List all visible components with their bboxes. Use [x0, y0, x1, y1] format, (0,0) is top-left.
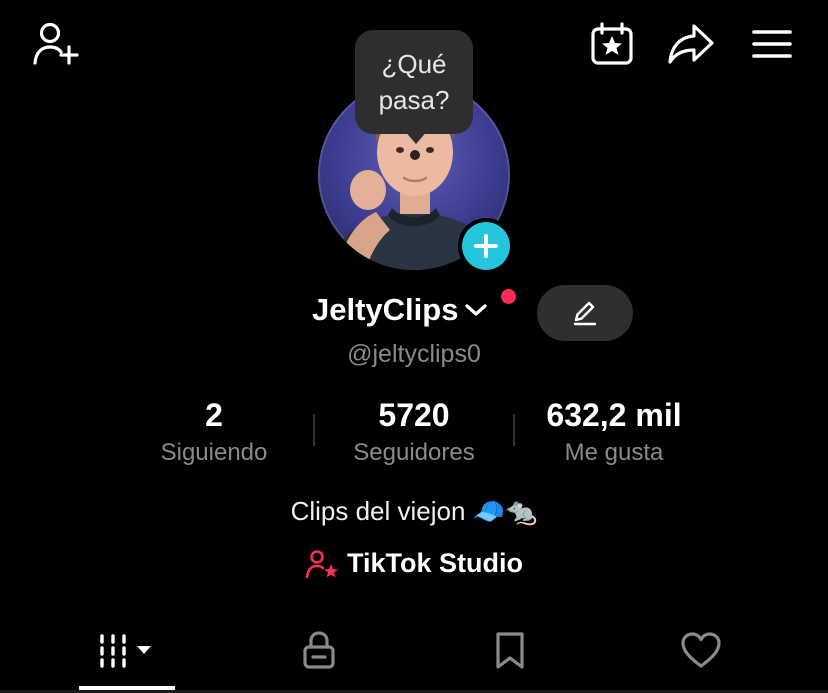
following-stat[interactable]: 2 Siguiendo	[114, 394, 314, 470]
edit-profile-button[interactable]	[537, 285, 633, 341]
calendar-star-icon	[591, 22, 633, 65]
calendar-button[interactable]	[588, 20, 636, 68]
pencil-icon	[573, 301, 597, 326]
followers-stat[interactable]: 5720 Seguidores	[314, 394, 514, 470]
tab-saved[interactable]	[406, 620, 613, 680]
grid-bars-icon	[99, 634, 151, 668]
add-friend-button[interactable]	[30, 20, 82, 68]
following-count: 2	[205, 397, 223, 433]
profile-tabs	[0, 620, 828, 680]
tab-private[interactable]	[215, 620, 422, 680]
likes-stat[interactable]: 632,2 mil Me gusta	[514, 394, 714, 470]
heart-icon	[680, 632, 721, 668]
bio-emoji: 🧢🐀	[472, 496, 538, 526]
username-switcher[interactable]: JeltyClips	[312, 292, 488, 328]
likes-count: 632,2 mil	[546, 397, 682, 433]
tab-videos[interactable]	[24, 620, 231, 680]
following-label: Siguiendo	[160, 439, 268, 466]
bio-text: Clips del viejon	[290, 496, 466, 526]
bookmark-icon	[495, 632, 524, 669]
tab-liked[interactable]	[597, 620, 804, 680]
status-bubble[interactable]: ¿Qué pasa?	[355, 30, 473, 134]
plus-icon	[474, 234, 498, 258]
bubble-text-line1: ¿Qué	[381, 49, 447, 79]
person-plus-icon	[33, 22, 79, 65]
share-arrow-icon	[668, 24, 714, 64]
followers-count: 5720	[378, 397, 450, 433]
chevron-down-icon	[465, 304, 488, 316]
share-button[interactable]	[666, 20, 716, 68]
menu-button[interactable]	[748, 22, 796, 66]
followers-label: Seguidores	[353, 439, 475, 466]
person-star-icon	[305, 549, 338, 578]
user-handle: @jeltyclips0	[347, 340, 481, 368]
notification-dot	[501, 289, 516, 304]
hamburger-menu-icon	[752, 30, 792, 58]
add-avatar-button[interactable]	[458, 218, 514, 274]
lock-icon	[302, 631, 335, 669]
tiktok-studio-link[interactable]: TikTok Studio	[0, 548, 828, 579]
bio[interactable]: Clips del viejon 🧢🐀	[0, 496, 828, 527]
username: JeltyClips	[312, 292, 459, 327]
bubble-tail	[404, 130, 428, 144]
bubble-text-line2: pasa?	[378, 85, 450, 115]
studio-label: TikTok Studio	[346, 548, 523, 578]
likes-label: Me gusta	[564, 439, 664, 466]
